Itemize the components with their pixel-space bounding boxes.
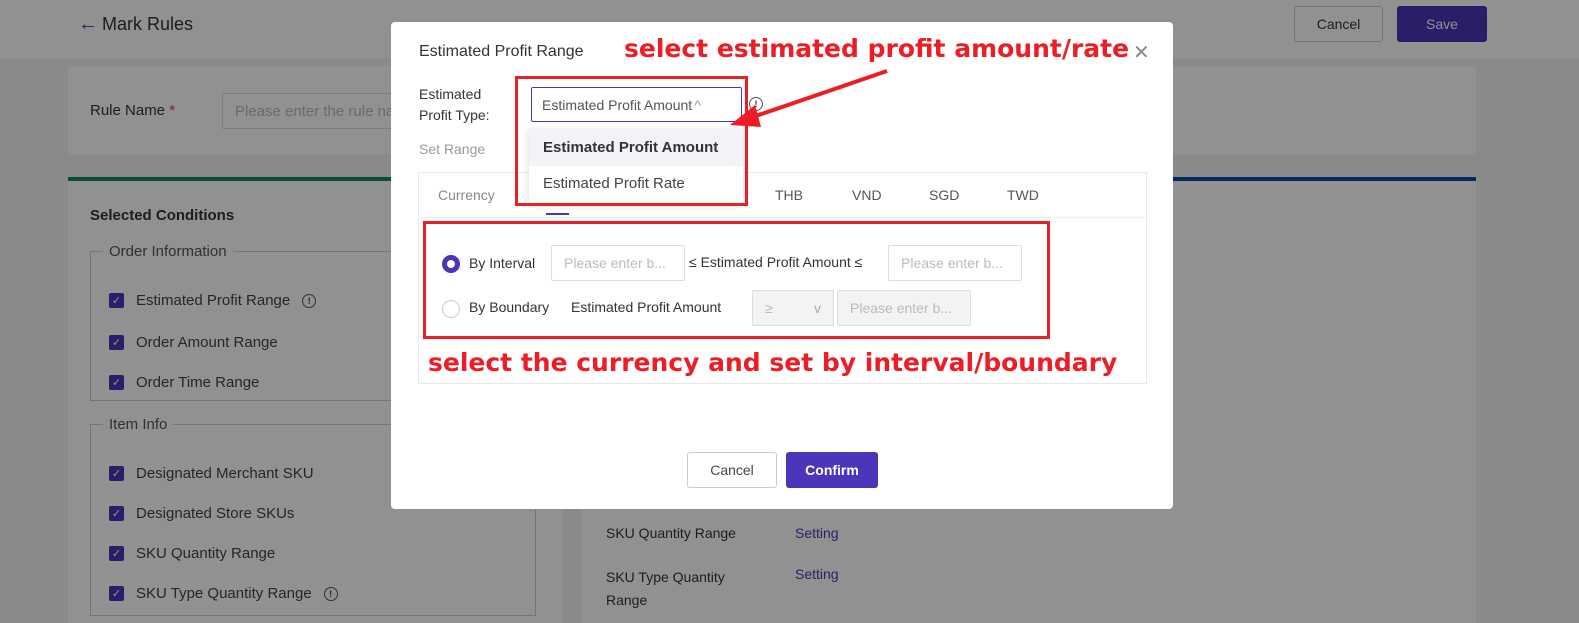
close-icon[interactable]: ✕ xyxy=(1133,40,1150,65)
set-range-label: Set Range xyxy=(419,141,486,157)
tab-thb[interactable]: THB xyxy=(775,187,803,203)
confirm-button[interactable]: Confirm xyxy=(786,452,878,488)
annotation-top: select estimated profit amount/rate xyxy=(624,34,1130,63)
tab-vnd[interactable]: VND xyxy=(852,187,882,203)
annotation-box-dropdown xyxy=(515,76,748,206)
annotation-bottom: select the currency and set by interval/… xyxy=(428,348,1118,377)
tab-sgd[interactable]: SGD xyxy=(929,187,959,203)
tab-twd[interactable]: TWD xyxy=(1007,187,1039,203)
active-tab-indicator xyxy=(546,213,569,215)
profit-type-label: Estimated Profit Type: xyxy=(419,86,490,123)
dialog-cancel-button[interactable]: Cancel xyxy=(687,452,777,488)
dialog-title: Estimated Profit Range xyxy=(419,43,584,60)
currency-label: Currency xyxy=(438,187,495,203)
annotation-arrow-icon xyxy=(730,69,888,127)
annotation-box-range xyxy=(423,221,1050,339)
